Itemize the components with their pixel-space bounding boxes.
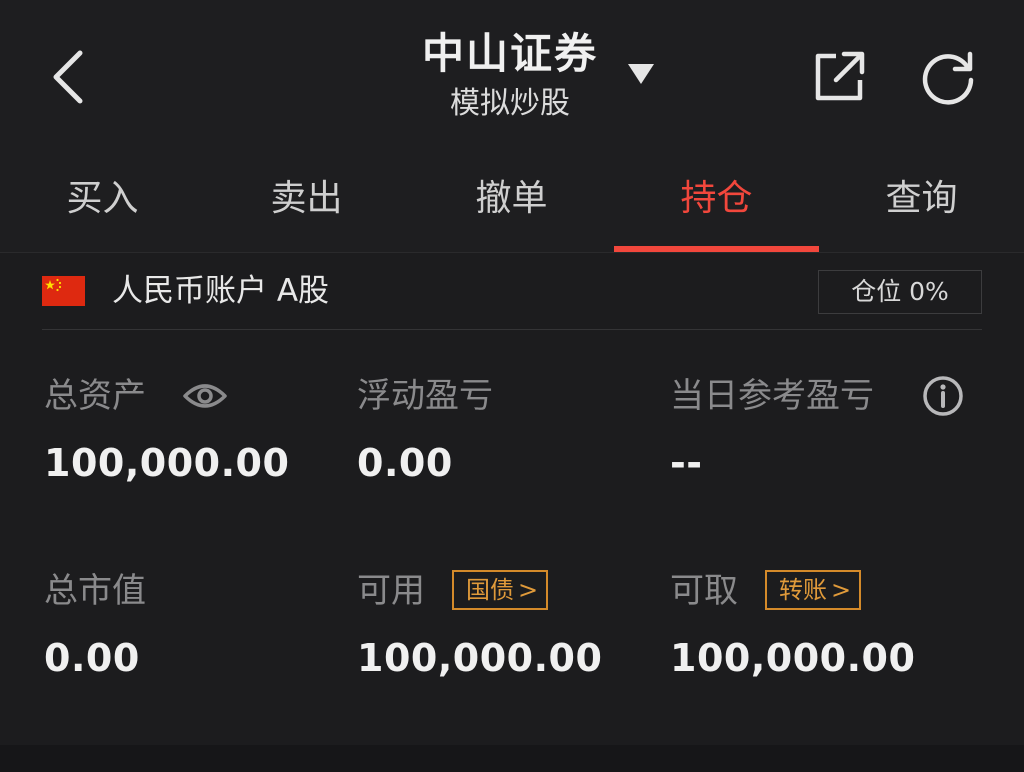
total-assets-value: 100,000.00: [44, 441, 290, 485]
account-label: 人民币账户 A股: [112, 273, 330, 309]
available-value: 100,000.00: [357, 636, 603, 680]
caret-down-icon[interactable]: [628, 64, 654, 84]
tab-query[interactable]: 查询: [819, 145, 1024, 253]
transfer-button[interactable]: 转账 >: [765, 570, 862, 610]
withdrawable-label: 可取: [670, 571, 738, 611]
info-icon[interactable]: [921, 374, 965, 418]
app-header: 中山证券 模拟炒股: [0, 0, 1024, 145]
china-flag-icon: [42, 276, 85, 306]
bottom-strip: [0, 745, 1024, 772]
back-button[interactable]: [42, 45, 98, 109]
floating-pl-label: 浮动盈亏: [357, 376, 493, 416]
floating-pl-value: 0.00: [357, 441, 453, 485]
refresh-icon: [922, 51, 974, 105]
holdings-screen: 中山证券 模拟炒股 买入 卖出 撤单 持仓 查询 人民币账户 A股 仓位 0% …: [0, 0, 1024, 772]
tab-buy[interactable]: 买入: [0, 145, 205, 253]
tab-holdings[interactable]: 持仓: [614, 145, 819, 253]
available-label: 可用: [357, 571, 425, 611]
transfer-label: 转账: [779, 576, 827, 604]
daily-pl-value: --: [670, 441, 703, 485]
page-subtitle: 模拟炒股: [450, 86, 570, 121]
total-assets-label: 总资产: [44, 376, 146, 416]
tab-sell[interactable]: 卖出: [204, 145, 409, 253]
market-value-value: 0.00: [44, 636, 140, 680]
external-link-icon: [815, 51, 865, 101]
market-value-label: 总市值: [44, 571, 146, 611]
share-button[interactable]: [810, 48, 868, 106]
chevron-left-icon: [53, 50, 83, 104]
treasury-bond-label: 国债: [466, 576, 514, 604]
refresh-button[interactable]: [918, 48, 978, 108]
eye-icon[interactable]: [182, 378, 228, 414]
position-ratio-badge: 仓位 0%: [818, 270, 982, 314]
treasury-bond-button[interactable]: 国债 >: [452, 570, 549, 610]
active-tab-indicator: [614, 246, 819, 252]
withdrawable-value: 100,000.00: [670, 636, 916, 680]
account-row: 人民币账户 A股 仓位 0%: [42, 254, 982, 330]
tab-cancel-order[interactable]: 撤单: [409, 145, 614, 253]
chevron-right-icon: >: [831, 576, 852, 604]
daily-pl-label: 当日参考盈亏: [670, 376, 874, 416]
trade-tabs: 买入 卖出 撤单 持仓 查询: [0, 145, 1024, 253]
chevron-right-icon: >: [518, 576, 539, 604]
broker-selector[interactable]: 中山证券 模拟炒股: [360, 26, 660, 124]
page-title: 中山证券: [421, 29, 598, 78]
